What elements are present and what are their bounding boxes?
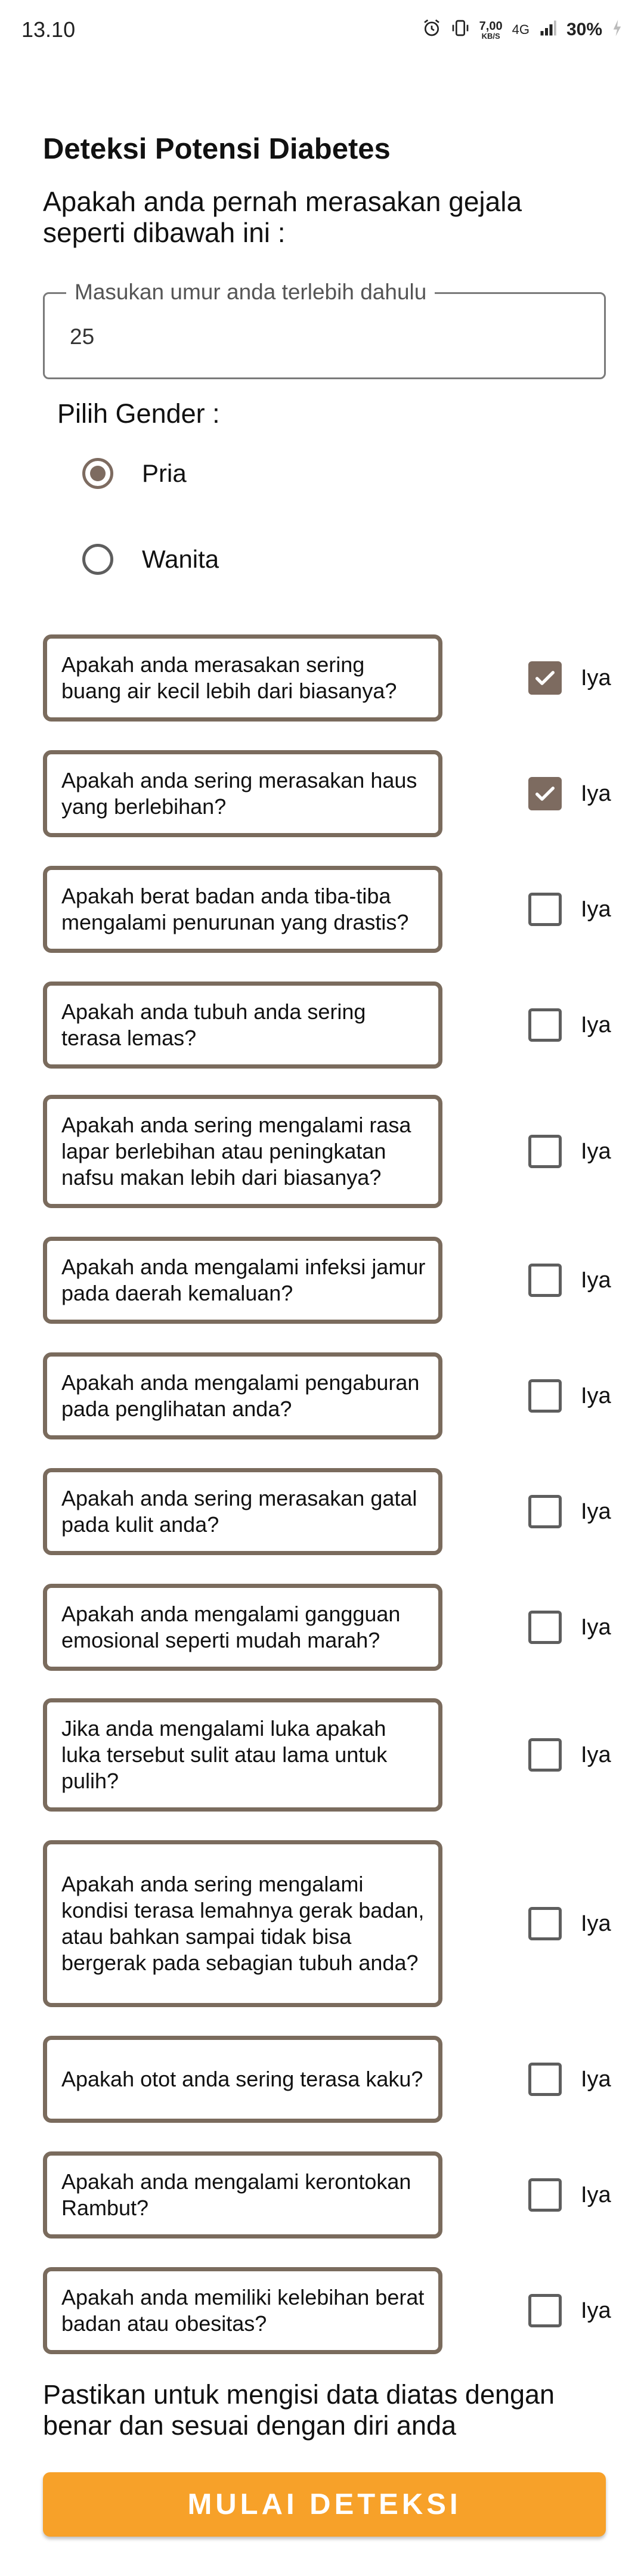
age-input[interactable] [69,321,584,352]
checkbox[interactable] [528,1379,562,1413]
radio-selected-dot [90,466,106,481]
question-text: Apakah anda memiliki kelebihan berat bad… [61,2285,425,2336]
checkbox-label: Iya [581,781,611,806]
checkbox-label: Iya [581,1614,611,1640]
question-checkbox-row[interactable]: Iya [528,2178,611,2212]
checkbox[interactable] [528,2294,562,2327]
status-bar: 13.10 7,00 KB/S 4G 30% [0,0,644,60]
question-card: Apakah anda sering mengalami rasa lapar … [43,1095,442,1208]
checkbox[interactable] [528,1495,562,1528]
question-card: Apakah anda tubuh anda sering terasa lem… [43,982,442,1069]
gender-title: Pilih Gender : [57,398,220,429]
question-card: Apakah anda merasakan sering buang air k… [43,634,442,722]
question-checkbox-row[interactable]: Iya [528,1611,611,1644]
checkbox-label: Iya [581,2066,611,2092]
question-card: Apakah anda mengalami gangguan emosional… [43,1584,442,1671]
charging-icon [612,19,623,41]
alarm-icon [422,18,441,42]
question-text: Apakah anda sering mengalami kondisi ter… [61,1872,425,1975]
question-checkbox-row[interactable]: Iya [528,1495,611,1528]
checkbox[interactable] [528,2178,562,2212]
age-field[interactable]: Masukan umur anda terlebih dahulu [43,280,606,379]
checkbox-label: Iya [581,1012,611,1038]
age-field-label: Masukan umur anda terlebih dahulu [66,280,435,305]
question-checkbox-row[interactable]: Iya [528,1264,611,1297]
checkbox[interactable] [528,1264,562,1297]
net-speed: 7,00 KB/S [479,19,503,41]
checkbox[interactable] [528,1907,562,1940]
checkmark-icon [533,782,557,806]
question-text: Apakah berat badan anda tiba-tiba mengal… [61,884,409,934]
question-checkbox-row[interactable]: Iya [528,1135,611,1168]
question-text: Apakah anda sering merasakan gatal pada … [61,1486,417,1537]
vibrate-icon [451,18,470,42]
question-card: Apakah berat badan anda tiba-tiba mengal… [43,866,442,953]
question-card: Apakah anda sering mengalami kondisi ter… [43,1840,442,2007]
gender-option-label: Pria [142,459,187,487]
question-card: Apakah anda sering merasakan gatal pada … [43,1468,442,1555]
checkbox[interactable] [528,2063,562,2096]
question-text: Apakah anda merasakan sering buang air k… [61,652,397,703]
radio-button[interactable] [82,458,113,489]
page-title: Deteksi Potensi Diabetes [43,133,391,165]
signal-icon [539,19,557,41]
question-card: Apakah anda sering merasakan haus yang b… [43,750,442,837]
checkbox-label: Iya [581,665,611,691]
checkbox-label: Iya [581,896,611,922]
checkbox-label: Iya [581,1138,611,1164]
network-type: 4G [512,22,530,37]
checkbox-label: Iya [581,1911,611,1936]
checkbox-label: Iya [581,1498,611,1524]
question-card: Apakah anda memiliki kelebihan berat bad… [43,2267,442,2354]
question-text: Apakah anda mengalami kerontokan Rambut? [61,2169,411,2220]
checkbox-label: Iya [581,2182,611,2207]
question-text: Jika anda mengalami luka apakah luka ter… [61,1716,388,1793]
question-text: Apakah anda mengalami infeksi jamur pada… [61,1255,426,1305]
status-time: 13.10 [21,17,76,42]
question-checkbox-row[interactable]: Iya [528,2063,611,2096]
question-card: Apakah otot anda sering terasa kaku? [43,2036,442,2123]
question-card: Jika anda mengalami luka apakah luka ter… [43,1698,442,1812]
question-checkbox-row[interactable]: Iya [528,2294,611,2327]
question-text: Apakah anda tubuh anda sering terasa lem… [61,999,366,1050]
gender-option-pria[interactable]: Pria [82,458,187,489]
footer-note: Pastikan untuk mengisi data diatas denga… [43,2379,555,2441]
checkbox-label: Iya [581,1383,611,1408]
question-checkbox-row[interactable]: Iya [528,893,611,926]
checkbox[interactable] [528,661,562,695]
question-card: Apakah anda mengalami kerontokan Rambut? [43,2151,442,2238]
checkbox-label: Iya [581,1742,611,1767]
question-text: Apakah anda mengalami gangguan emosional… [61,1602,401,1652]
question-text: Apakah anda sering merasakan haus yang b… [61,768,417,819]
checkmark-icon [533,666,557,690]
question-card: Apakah anda mengalami pengaburan pada pe… [43,1352,442,1439]
question-checkbox-row[interactable]: Iya [528,1008,611,1042]
radio-button[interactable] [82,544,113,575]
question-checkbox-row[interactable]: Iya [528,1907,611,1940]
checkbox-label: Iya [581,1267,611,1293]
checkbox[interactable] [528,1008,562,1042]
checkbox[interactable] [528,1135,562,1168]
status-icons: 7,00 KB/S 4G 30% [422,18,623,42]
question-text: Apakah anda mengalami pengaburan pada pe… [61,1370,420,1421]
gender-option-wanita[interactable]: Wanita [82,544,219,575]
checkbox-label: Iya [581,2298,611,2323]
question-checkbox-row[interactable]: Iya [528,1738,611,1772]
checkbox[interactable] [528,1738,562,1772]
question-card: Apakah anda mengalami infeksi jamur pada… [43,1237,442,1324]
checkbox[interactable] [528,777,562,810]
gender-option-label: Wanita [142,545,219,573]
checkbox[interactable] [528,1611,562,1644]
question-text: Apakah anda sering mengalami rasa lapar … [61,1113,411,1190]
question-checkbox-row[interactable]: Iya [528,777,611,810]
page-subtitle: Apakah anda pernah merasakan gejala sepe… [43,186,522,248]
battery-level: 30% [566,20,602,39]
checkbox[interactable] [528,893,562,926]
question-checkbox-row[interactable]: Iya [528,661,611,695]
question-checkbox-row[interactable]: Iya [528,1379,611,1413]
question-text: Apakah otot anda sering terasa kaku? [61,2067,423,2091]
start-detection-button[interactable]: MULAI DETEKSI [43,2472,606,2537]
